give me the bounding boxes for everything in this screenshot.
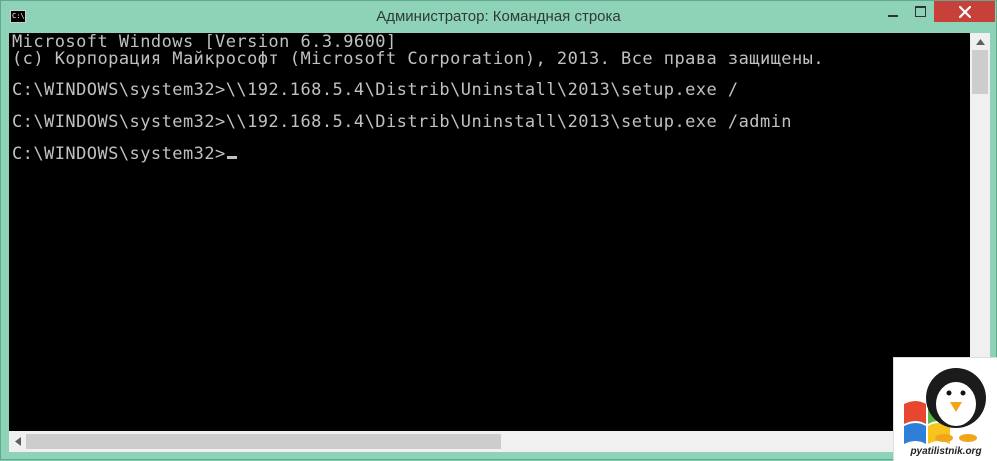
horizontal-scroll-thumb[interactable] (26, 434, 501, 449)
window-title: Администратор: Командная строка (376, 8, 621, 25)
watermark-text: pyatilistnik.org (910, 446, 982, 457)
console-prompt: C:\WINDOWS\system32> (12, 144, 226, 164)
command-prompt-window: C:\. Администратор: Командная строка Mic… (0, 0, 997, 460)
maximize-button[interactable] (907, 1, 934, 22)
site-watermark-logo: pyatilistnik.org (893, 357, 997, 461)
scroll-left-button[interactable] (9, 431, 26, 452)
chevron-left-icon (14, 437, 21, 446)
close-icon (958, 5, 971, 18)
console-output[interactable]: Microsoft Windows [Version 6.3.9600] (c)… (9, 33, 970, 431)
console-line: (c) Корпорация Майкрософт (Microsoft Cor… (12, 49, 825, 69)
title-bar[interactable]: C:\. Администратор: Командная строка (1, 1, 996, 33)
minimize-icon (888, 14, 898, 17)
maximize-icon (915, 6, 926, 17)
chevron-up-icon (975, 38, 985, 45)
console-line: C:\WINDOWS\system32>\\192.168.5.4\Distri… (12, 80, 739, 100)
minimize-button[interactable] (879, 1, 907, 22)
penguin-windows-logo-icon (904, 368, 986, 444)
vertical-scroll-thumb[interactable] (972, 50, 988, 94)
console-prompt-line: C:\WINDOWS\system32> (12, 145, 237, 163)
console-line: C:\WINDOWS\system32>\\192.168.5.4\Distri… (12, 112, 792, 132)
horizontal-scrollbar[interactable] (9, 431, 970, 452)
text-cursor (226, 156, 237, 159)
scroll-up-button[interactable] (970, 33, 990, 50)
close-button[interactable] (934, 1, 995, 22)
